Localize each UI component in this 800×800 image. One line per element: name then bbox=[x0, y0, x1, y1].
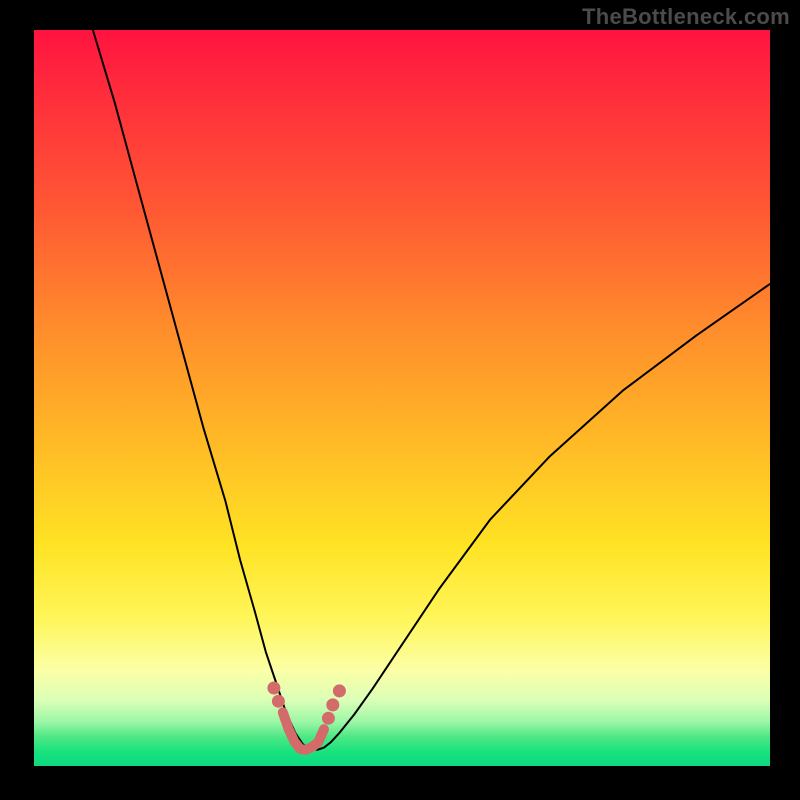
bottleneck-curve bbox=[93, 30, 770, 750]
valley-dots-group bbox=[267, 682, 346, 725]
valley-dot bbox=[272, 695, 285, 708]
valley-dot bbox=[333, 684, 346, 697]
valley-dot bbox=[267, 682, 280, 695]
valley-dot bbox=[326, 698, 339, 711]
chart-frame: TheBottleneck.com bbox=[0, 0, 800, 800]
plot-area bbox=[34, 30, 770, 766]
chart-svg bbox=[34, 30, 770, 766]
valley-dot bbox=[322, 712, 335, 725]
watermark-text: TheBottleneck.com bbox=[582, 4, 790, 30]
